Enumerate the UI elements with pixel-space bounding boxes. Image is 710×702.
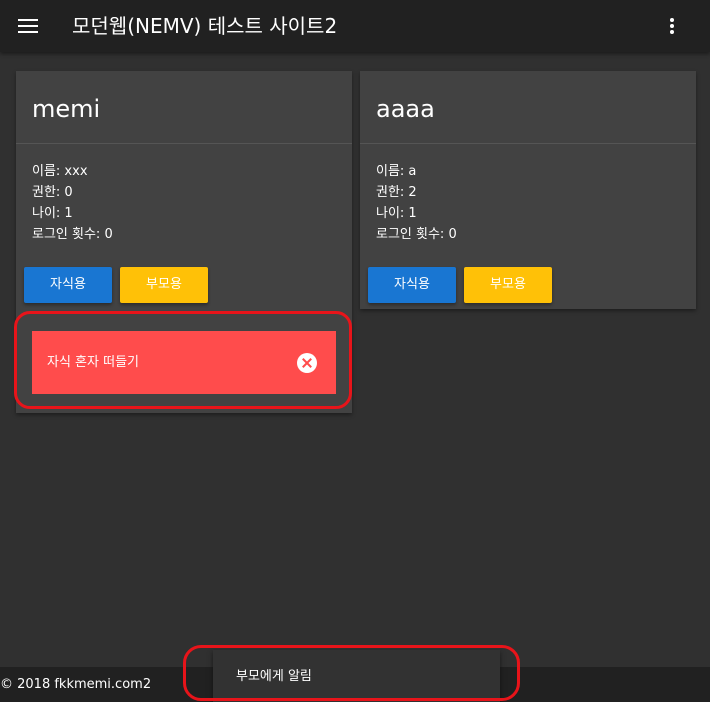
footer-copyright: © 2018 fkkmemi.com2 [0,677,152,692]
user-card-aaaa: aaaa 이름: a 권한: 2 나이: 1 로그인 횟수: 0 자식용 부모용 [360,71,696,309]
app-toolbar: 모던웹(NEMV) 테스트 사이트2 [0,0,710,52]
app-page: 모던웹(NEMV) 테스트 사이트2 memi 이름: xxx 권한: 0 나이… [0,0,710,702]
snackbar-text: 부모에게 알림 [236,669,312,684]
parent-button[interactable]: 부모용 [120,267,208,303]
info-age: 나이: 1 [376,206,417,221]
card-title: aaaa [376,95,435,123]
user-info-list: 이름: a 권한: 2 나이: 1 로그인 횟수: 0 [376,161,457,245]
info-name: 이름: xxx [32,164,88,179]
card-title: memi [32,95,101,123]
info-age: 나이: 1 [32,206,73,221]
close-circle-icon[interactable] [297,353,317,373]
menu-icon[interactable] [18,18,38,34]
child-button[interactable]: 자식용 [368,267,456,303]
alert-text: 자식 혼자 떠들기 [47,355,139,370]
info-login-count: 로그인 횟수: 0 [32,227,113,242]
info-level: 권한: 0 [32,185,73,200]
more-vert-icon[interactable] [662,16,682,36]
user-info-list: 이름: xxx 권한: 0 나이: 1 로그인 횟수: 0 [32,161,113,245]
child-alert: 자식 혼자 떠들기 [32,331,336,394]
info-name: 이름: a [376,164,417,179]
snackbar: 부모에게 알림 [213,650,500,702]
app-title: 모던웹(NEMV) 테스트 사이트2 [72,14,338,38]
info-login-count: 로그인 횟수: 0 [376,227,457,242]
info-level: 권한: 2 [376,185,417,200]
card-divider [360,143,696,144]
card-divider [16,143,352,144]
parent-button[interactable]: 부모용 [464,267,552,303]
child-button[interactable]: 자식용 [24,267,112,303]
user-card-memi: memi 이름: xxx 권한: 0 나이: 1 로그인 횟수: 0 자식용 부… [16,71,352,413]
